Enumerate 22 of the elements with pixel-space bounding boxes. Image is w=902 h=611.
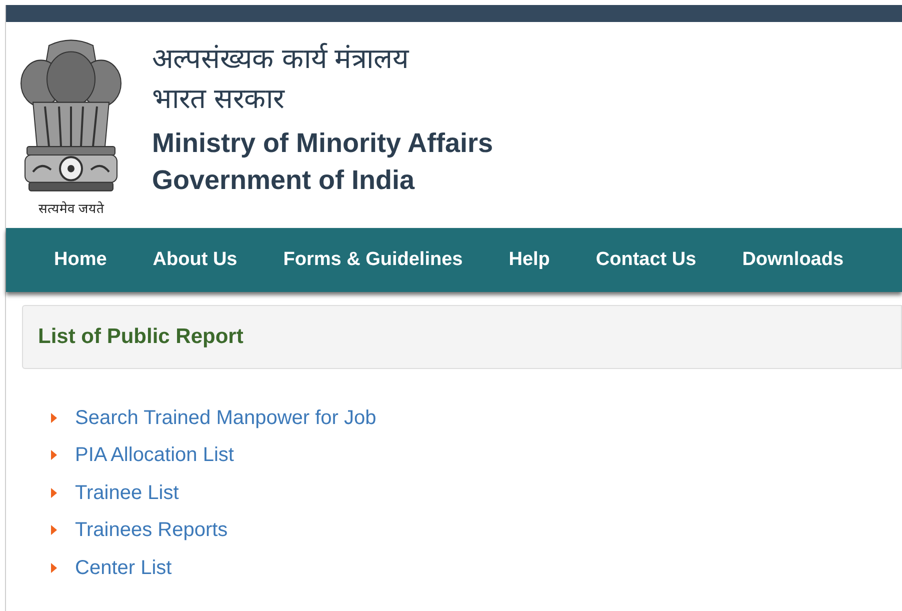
ministry-title-english: Ministry of Minority Affairs: [152, 127, 494, 160]
emblem-caption: सत्यमेव जयते: [38, 201, 104, 219]
triangle-bullet-icon: [51, 562, 57, 573]
ministry-title-english: Government of India: [152, 164, 416, 197]
ministry-title-hindi: अल्पसंख्यक कार्य मंत्रालय: [152, 42, 410, 76]
nav-link[interactable]: Downloads: [719, 248, 867, 272]
ministry-title-hindi: भारत सरकार: [152, 82, 286, 116]
nav-link[interactable]: Contact Us: [572, 248, 720, 272]
nav-link[interactable]: Home: [31, 248, 130, 272]
nav-link[interactable]: About Us: [130, 248, 260, 272]
report-link[interactable]: Search Trained Manpower for Job: [75, 404, 376, 431]
triangle-bullet-icon: [51, 488, 57, 498]
panel-title: List of Public Report: [38, 324, 244, 350]
nav-link[interactable]: Help: [486, 248, 573, 272]
triangle-bullet-icon: [51, 525, 57, 536]
report-link[interactable]: Trainees Reports: [75, 517, 228, 544]
triangle-bullet-icon: [51, 450, 57, 460]
report-link[interactable]: PIA Allocation List: [75, 442, 234, 468]
report-link[interactable]: Center List: [75, 554, 172, 581]
report-link[interactable]: Trainee List: [75, 480, 179, 506]
triangle-bullet-icon: [51, 412, 57, 423]
nav-link[interactable]: Forms & Guidelines: [260, 248, 486, 272]
